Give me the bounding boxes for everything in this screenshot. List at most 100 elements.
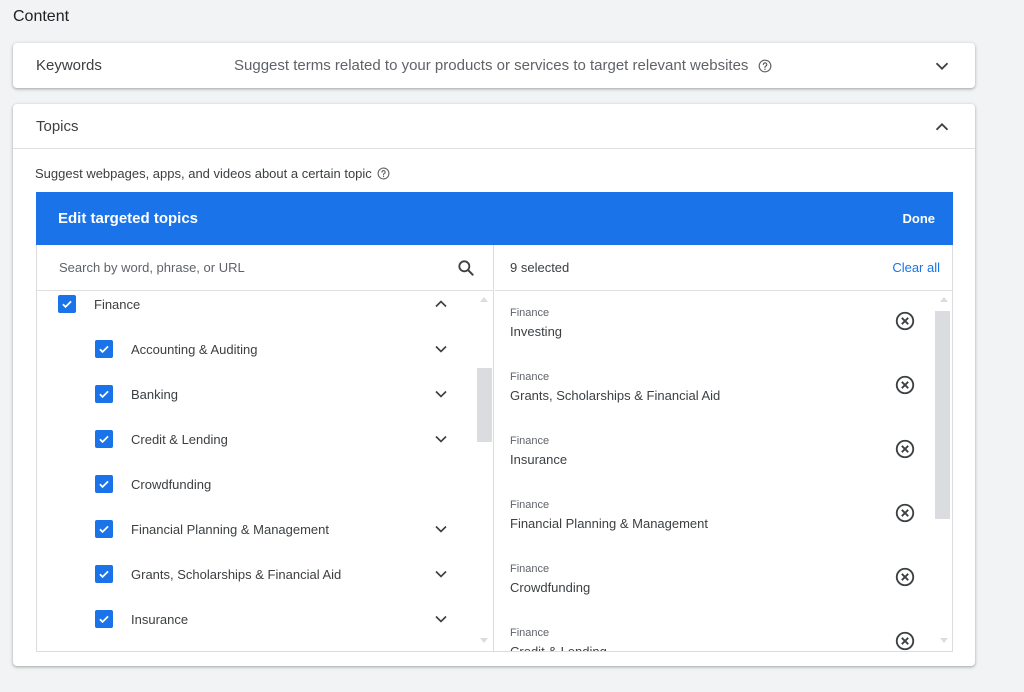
keywords-summary: Suggest terms related to your products o… <box>234 57 772 74</box>
remove-circle-icon[interactable] <box>894 438 916 460</box>
checkmark-icon <box>99 390 109 399</box>
browse-pane: Finance Accounting & Auditing Banking Credi… <box>37 245 494 651</box>
tree-item-label: Grants, Scholarships & Financial Aid <box>131 566 342 582</box>
remove-circle-icon[interactable] <box>894 310 916 332</box>
topics-header[interactable]: Topics <box>13 104 975 149</box>
tree-item[interactable]: Crowdfunding <box>37 472 477 496</box>
topics-description: Suggest webpages, apps, and videos about… <box>35 166 390 181</box>
checkbox[interactable] <box>95 520 113 538</box>
topic-tree: Finance Accounting & Auditing Banking Credi… <box>37 291 477 651</box>
editor-header: Edit targeted topics Done <box>36 192 953 245</box>
selected-pane: 9 selected Clear all Finance Investing Fin… <box>495 245 952 651</box>
editor-title: Edit targeted topics <box>58 210 199 227</box>
selected-item-name: Crowdfunding <box>510 580 591 595</box>
selected-item: Finance Grants, Scholarships & Financial … <box>510 371 922 421</box>
selected-list: Finance Investing Finance Grants, Scholarsh… <box>495 291 952 651</box>
tree-item-label: Insurance <box>131 611 189 627</box>
remove-circle-icon[interactable] <box>894 374 916 396</box>
tree-item-label: Crowdfunding <box>131 476 212 492</box>
selected-item-category: Finance <box>510 627 550 639</box>
checkmark-icon <box>99 345 109 354</box>
selected-item-category: Finance <box>510 307 550 319</box>
tree-item-label: Banking <box>131 386 178 402</box>
selected-item: Finance Insurance <box>510 435 922 485</box>
help-circle-icon[interactable] <box>377 167 390 180</box>
selected-item-name: Insurance <box>510 452 568 467</box>
keywords-title: Keywords <box>36 57 102 74</box>
topics-card: Topics Suggest webpages, apps, and video… <box>13 104 975 666</box>
selected-item-category: Finance <box>510 435 550 447</box>
topics-title: Topics <box>36 118 79 135</box>
selected-item-name: Financial Planning & Management <box>510 516 709 531</box>
selected-item-category: Finance <box>510 563 550 575</box>
checkmark-icon <box>99 615 109 624</box>
search-input[interactable] <box>59 260 439 275</box>
selected-item-name: Credit & Lending <box>510 644 607 651</box>
remove-circle-icon[interactable] <box>894 502 916 524</box>
scroll-up-arrow[interactable] <box>940 297 948 302</box>
checkbox[interactable] <box>95 565 113 583</box>
tree-item[interactable]: Financial Planning & Management <box>37 517 477 541</box>
checkmark-icon <box>99 570 109 579</box>
tree-item[interactable]: Finance <box>37 292 477 316</box>
tree-item[interactable]: Accounting & Auditing <box>37 337 477 361</box>
tree-item[interactable]: Credit & Lending <box>37 427 477 451</box>
tree-item-label: Finance <box>94 296 141 312</box>
tree-item-label: Financial Planning & Management <box>131 521 330 537</box>
remove-circle-icon[interactable] <box>894 630 916 651</box>
checkbox[interactable] <box>58 295 76 313</box>
scroll-down-arrow[interactable] <box>940 638 948 643</box>
section-title: Content <box>13 8 70 25</box>
scroll-down-arrow[interactable] <box>480 638 488 643</box>
scroll-thumb[interactable] <box>477 368 492 442</box>
checkmark-icon <box>62 300 72 309</box>
keywords-card[interactable]: Keywords Suggest terms related to your p… <box>13 43 975 88</box>
header-divider <box>13 148 975 149</box>
scroll-thumb[interactable] <box>935 311 950 519</box>
remove-circle-icon[interactable] <box>894 566 916 588</box>
search-row <box>37 245 493 291</box>
tree-item[interactable]: Banking <box>37 382 477 406</box>
clear-all-button[interactable]: Clear all <box>892 260 940 275</box>
topics-description-text: Suggest webpages, apps, and videos about… <box>35 166 372 181</box>
selected-item-category: Finance <box>510 371 550 383</box>
selected-item-name: Investing <box>510 324 563 339</box>
done-button[interactable]: Done <box>903 211 936 226</box>
selected-item: Finance Crowdfunding <box>510 563 922 613</box>
scroll-up-arrow[interactable] <box>480 297 488 302</box>
topic-editor: Edit targeted topics Done Finance Account… <box>36 192 953 652</box>
chevron-down-icon[interactable] <box>931 55 953 77</box>
selected-scrollbar[interactable] <box>935 291 952 651</box>
selected-item-category: Finance <box>510 499 550 511</box>
chevron-down-icon[interactable] <box>431 429 451 449</box>
selected-item: Finance Credit & Lending <box>510 627 922 651</box>
tree-item-label: Credit & Lending <box>131 431 228 447</box>
help-circle-icon[interactable] <box>758 59 772 73</box>
chevron-down-icon[interactable] <box>431 564 451 584</box>
tree-scrollbar[interactable] <box>475 291 492 651</box>
selected-item: Finance Investing <box>510 307 922 357</box>
checkbox[interactable] <box>95 385 113 403</box>
checkmark-icon <box>99 435 109 444</box>
chevron-down-icon[interactable] <box>431 384 451 404</box>
tree-item[interactable]: Grants, Scholarships & Financial Aid <box>37 562 477 586</box>
chevron-up-icon[interactable] <box>931 116 953 138</box>
selected-summary: 9 selected Clear all <box>495 245 952 291</box>
chevron-up-icon[interactable] <box>431 294 451 314</box>
chevron-down-icon[interactable] <box>431 609 451 629</box>
tree-item-label: Accounting & Auditing <box>131 341 258 357</box>
selected-count: 9 selected <box>510 260 570 275</box>
checkbox[interactable] <box>95 610 113 628</box>
keywords-header[interactable]: Keywords Suggest terms related to your p… <box>13 43 975 88</box>
checkbox[interactable] <box>95 430 113 448</box>
checkbox[interactable] <box>95 475 113 493</box>
selected-item: Finance Financial Planning & Management <box>510 499 922 549</box>
chevron-down-icon[interactable] <box>431 339 451 359</box>
selected-item-name: Grants, Scholarships & Financial Aid <box>510 388 721 403</box>
checkmark-icon <box>99 525 109 534</box>
tree-item[interactable]: Insurance <box>37 607 477 631</box>
search-icon[interactable] <box>456 258 476 278</box>
chevron-down-icon[interactable] <box>431 519 451 539</box>
checkmark-icon <box>99 480 109 489</box>
checkbox[interactable] <box>95 340 113 358</box>
